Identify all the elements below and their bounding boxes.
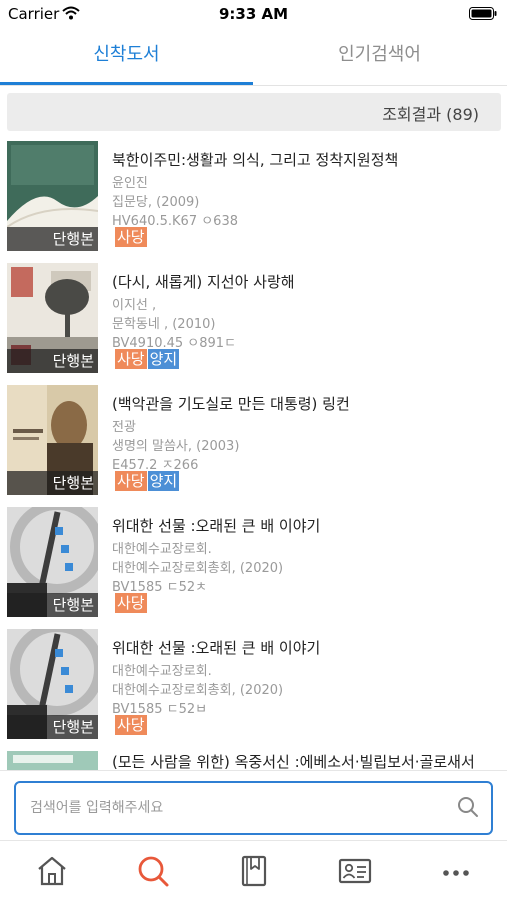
book-title: 위대한 선물 :오래된 큰 배 이야기 bbox=[112, 639, 321, 657]
book-cover-image: 단행본 bbox=[7, 629, 98, 739]
search-input[interactable] bbox=[28, 796, 452, 820]
location-tag-yangji: 양지 bbox=[147, 349, 180, 369]
home-icon bbox=[38, 856, 66, 886]
nav-book-bookmark[interactable] bbox=[234, 853, 274, 889]
status-time: 9:33 AM bbox=[218, 5, 289, 23]
tab-new-books[interactable]: 신착도서 bbox=[0, 34, 253, 86]
tab-popular-searches[interactable]: 인기검색어 bbox=[253, 34, 506, 86]
book-title: (다시, 새롭게) 지선아 사랑해 bbox=[112, 273, 295, 291]
search-icon bbox=[138, 856, 169, 887]
book-title: (모든 사람을 위한) 옥중서신 :에베소서·빌립보서·골로새서 bbox=[112, 753, 475, 771]
book-cover-image: 단행본 bbox=[7, 385, 98, 495]
book-author: 대한예수교장로회. bbox=[112, 664, 212, 679]
book-list-item[interactable]: 단행본 위대한 선물 :오래된 큰 배 이야기 대한예수교장로회. 대한예수교장… bbox=[0, 507, 507, 625]
book-publisher: 생명의 말씀사, (2003) bbox=[112, 439, 240, 454]
nav-more[interactable] bbox=[436, 853, 476, 889]
location-tags: 사당 bbox=[115, 715, 148, 735]
result-count-bar: 조회결과 (89) bbox=[7, 93, 501, 131]
book-author: 전광 bbox=[112, 420, 136, 435]
location-tag-sadang: 사당 bbox=[115, 227, 147, 247]
book-cover-image bbox=[7, 751, 98, 771]
book-publisher: 대한예수교장로회총회, (2020) bbox=[112, 561, 284, 576]
location-tags: 사당 양지 bbox=[115, 471, 180, 491]
location-tags: 사당 양지 bbox=[115, 349, 180, 369]
tab-divider bbox=[0, 85, 507, 86]
book-title: (백악관을 기도실로 만든 대통령) 링컨 bbox=[112, 395, 350, 413]
search-icon[interactable] bbox=[457, 796, 479, 818]
format-label: 단행본 bbox=[7, 471, 98, 495]
location-tag-sadang: 사당 bbox=[115, 471, 147, 491]
bottom-navigation bbox=[0, 840, 507, 901]
result-count: 조회결과 (89) bbox=[382, 105, 479, 124]
format-label: 단행본 bbox=[7, 593, 98, 617]
book-cover-image: 단행본 bbox=[7, 507, 98, 617]
book-title: 위대한 선물 :오래된 큰 배 이야기 bbox=[112, 517, 321, 535]
bookmark-book-icon bbox=[241, 855, 267, 887]
status-bar: Carrier 9:33 AM bbox=[0, 0, 507, 28]
format-label: 단행본 bbox=[7, 349, 98, 373]
book-list-item[interactable]: 단행본 (다시, 새롭게) 지선아 사랑해 이지선 , 문학동네 , (2010… bbox=[0, 263, 507, 381]
book-publisher: 문학동네 , (2010) bbox=[112, 317, 216, 332]
book-list-item[interactable]: 단행본 위대한 선물 :오래된 큰 배 이야기 대한예수교장로회. 대한예수교장… bbox=[0, 629, 507, 747]
search-box bbox=[14, 781, 493, 835]
location-tag-sadang: 사당 bbox=[115, 715, 147, 735]
search-area bbox=[0, 770, 507, 841]
nav-library-card[interactable] bbox=[335, 853, 375, 889]
book-author: 윤인진 bbox=[112, 176, 148, 191]
format-label: 단행본 bbox=[7, 227, 98, 251]
book-list-item[interactable]: (모든 사람을 위한) 옥중서신 :에베소서·빌립보서·골로새서 bbox=[0, 751, 507, 771]
battery-icon bbox=[469, 7, 497, 20]
format-label: 단행본 bbox=[7, 715, 98, 739]
book-title: 북한이주민:생활과 의식, 그리고 정착지원정책 bbox=[112, 151, 399, 169]
book-list-item[interactable]: 단행본 북한이주민:생활과 의식, 그리고 정착지원정책 윤인진 집문당, (2… bbox=[0, 141, 507, 259]
library-card-icon bbox=[338, 858, 372, 884]
book-author: 대한예수교장로회. bbox=[112, 542, 212, 557]
book-list-item[interactable]: 단행본 (백악관을 기도실로 만든 대통령) 링컨 전광 생명의 말씀사, (2… bbox=[0, 385, 507, 503]
location-tags: 사당 bbox=[115, 593, 148, 613]
book-cover-image: 단행본 bbox=[7, 141, 98, 251]
tab-bar: 신착도서 인기검색어 bbox=[0, 34, 507, 86]
book-publisher: 집문당, (2009) bbox=[112, 195, 200, 210]
book-publisher: 대한예수교장로회총회, (2020) bbox=[112, 683, 284, 698]
nav-home[interactable] bbox=[32, 853, 72, 889]
book-cover-image: 단행본 bbox=[7, 263, 98, 373]
more-icon bbox=[443, 870, 469, 876]
location-tag-yangji: 양지 bbox=[147, 471, 180, 491]
location-tags: 사당 bbox=[115, 227, 148, 247]
location-tag-sadang: 사당 bbox=[115, 349, 147, 369]
book-author: 이지선 , bbox=[112, 298, 157, 313]
location-tag-sadang: 사당 bbox=[115, 593, 147, 613]
nav-search[interactable] bbox=[133, 853, 173, 889]
